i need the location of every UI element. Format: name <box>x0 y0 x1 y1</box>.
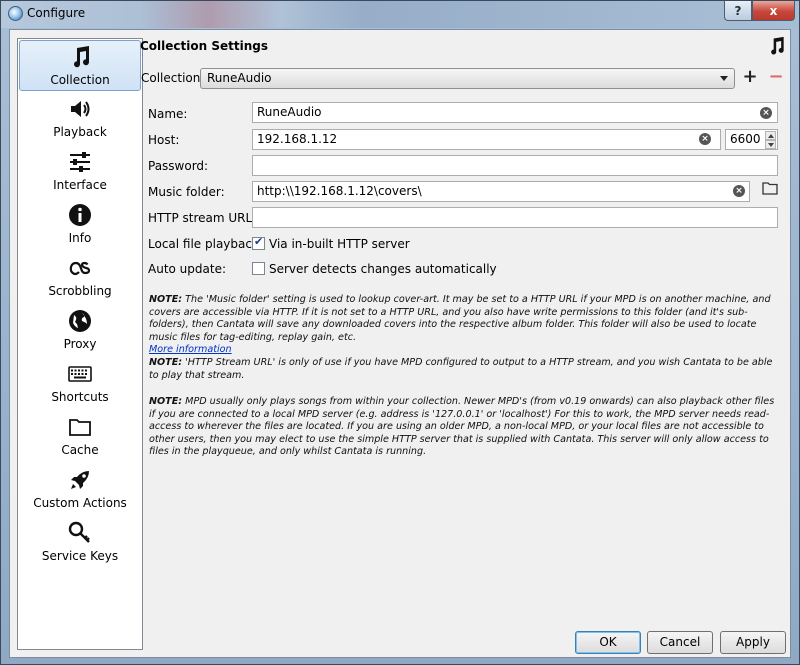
chevron-down-icon <box>720 76 728 81</box>
auto-update-checkbox[interactable] <box>252 262 265 275</box>
auto-update-label: Auto update: <box>148 262 226 276</box>
sidebar-item-scrobbling[interactable]: Scrobbling <box>19 252 141 303</box>
password-field[interactable] <box>252 155 778 176</box>
music-folder-note: NOTE: The 'Music folder' setting is used… <box>149 294 779 357</box>
keyboard-icon <box>68 366 92 382</box>
sliders-icon <box>70 152 90 172</box>
add-collection-button[interactable]: + <box>742 66 758 87</box>
sidebar-item-label: Proxy <box>63 337 97 351</box>
auto-update-text[interactable]: Server detects changes automatically <box>269 262 497 276</box>
host-field[interactable]: 192.168.1.12 <box>252 129 721 150</box>
clear-music-folder-icon[interactable]: × <box>733 185 745 197</box>
sidebar-item-label: Interface <box>53 178 107 192</box>
sidebar-item-interface[interactable]: Interface <box>19 146 141 197</box>
sidebar-item-shortcuts[interactable]: Shortcuts <box>19 358 141 409</box>
configure-window: Configure ? x Collection Playback Interf… <box>0 0 800 665</box>
titlebar-background <box>141 1 701 28</box>
dialog-client-area: Collection Playback Interface Info Scrob… <box>9 29 791 658</box>
local-playback-checkbox[interactable] <box>252 235 265 250</box>
http-stream-label: HTTP stream URL: <box>148 211 257 225</box>
local-playback-label: Local file playback: <box>148 237 263 251</box>
collection-selected-value: RuneAudio <box>207 71 272 85</box>
music-note-icon <box>771 36 784 55</box>
note-text: 'HTTP Stream URL' is only of use if you … <box>149 357 773 381</box>
note-prefix: NOTE: <box>149 396 183 407</box>
cancel-button[interactable]: Cancel <box>647 631 713 654</box>
cantata-app-icon <box>8 6 23 21</box>
collection-label: Collection: <box>141 71 205 85</box>
local-playback-text[interactable]: Via in-built HTTP server <box>269 237 410 251</box>
sidebar-item-label: Playback <box>53 125 107 139</box>
clear-host-icon[interactable]: × <box>699 133 711 145</box>
sidebar-item-label: Shortcuts <box>51 390 109 404</box>
name-field-value: RuneAudio <box>257 105 322 119</box>
browse-folder-icon[interactable] <box>762 181 778 195</box>
globe-icon <box>69 310 91 332</box>
sidebar-item-label: Collection <box>50 73 110 87</box>
collection-dropdown[interactable]: RuneAudio <box>200 68 735 89</box>
sidebar-item-custom-actions[interactable]: Custom Actions <box>19 464 141 515</box>
panel-title: Collection Settings <box>140 39 268 53</box>
sidebar-item-service-keys[interactable]: Service Keys <box>19 517 141 568</box>
http-stream-field[interactable] <box>252 207 778 228</box>
sidebar-item-label: Scrobbling <box>48 284 112 298</box>
host-field-value: 192.168.1.12 <box>257 132 338 146</box>
apply-button[interactable]: Apply <box>720 631 786 654</box>
remove-collection-button[interactable]: − <box>768 66 784 87</box>
folder-icon <box>69 419 91 436</box>
sidebar-item-collection[interactable]: Collection <box>19 40 141 91</box>
music-folder-label: Music folder: <box>148 185 225 199</box>
password-label: Password: <box>148 159 209 173</box>
host-label: Host: <box>148 133 180 147</box>
note-text: The 'Music folder' setting is used to lo… <box>149 294 771 343</box>
lastfm-icon <box>69 261 91 276</box>
port-spinbox[interactable]: 6600 <box>725 129 778 150</box>
rocket-icon <box>71 471 89 489</box>
clear-name-icon[interactable]: × <box>760 107 772 119</box>
close-button[interactable]: x <box>752 1 795 21</box>
local-playback-note: NOTE: MPD usually only plays songs from … <box>149 396 779 459</box>
music-folder-field[interactable]: http:\\192.168.1.12\covers\ <box>252 181 750 202</box>
music-folder-field-value: http:\\192.168.1.12\covers\ <box>257 184 422 198</box>
speaker-icon <box>71 101 90 117</box>
spin-up-icon[interactable] <box>765 131 776 140</box>
more-information-link[interactable]: More information <box>149 344 232 355</box>
title-bar: Configure ? x <box>1 1 799 28</box>
sidebar-item-label: Custom Actions <box>33 496 127 510</box>
note-text: MPD usually only plays songs from within… <box>149 396 775 457</box>
http-stream-note: NOTE: 'HTTP Stream URL' is only of use i… <box>149 357 779 382</box>
sidebar-item-cache[interactable]: Cache <box>19 411 141 462</box>
window-title: Configure <box>27 6 86 20</box>
sidebar-item-playback[interactable]: Playback <box>19 93 141 144</box>
ok-button[interactable]: OK <box>575 631 641 654</box>
sidebar-item-label: Info <box>68 231 92 245</box>
sidebar-item-proxy[interactable]: Proxy <box>19 305 141 356</box>
note-prefix: NOTE: <box>149 294 183 305</box>
settings-sidebar: Collection Playback Interface Info Scrob… <box>17 38 143 650</box>
name-field[interactable]: RuneAudio <box>252 102 778 123</box>
name-label: Name: <box>148 107 188 121</box>
sidebar-item-label: Cache <box>61 443 99 457</box>
spin-down-icon[interactable] <box>765 140 776 149</box>
help-button[interactable]: ? <box>724 1 752 21</box>
note-prefix: NOTE: <box>149 357 183 368</box>
sidebar-item-info[interactable]: Info <box>19 199 141 250</box>
sidebar-item-label: Service Keys <box>41 549 119 563</box>
key-icon <box>68 521 90 543</box>
info-icon <box>69 204 91 226</box>
music-note-icon <box>74 46 90 68</box>
port-value: 6600 <box>730 132 761 146</box>
